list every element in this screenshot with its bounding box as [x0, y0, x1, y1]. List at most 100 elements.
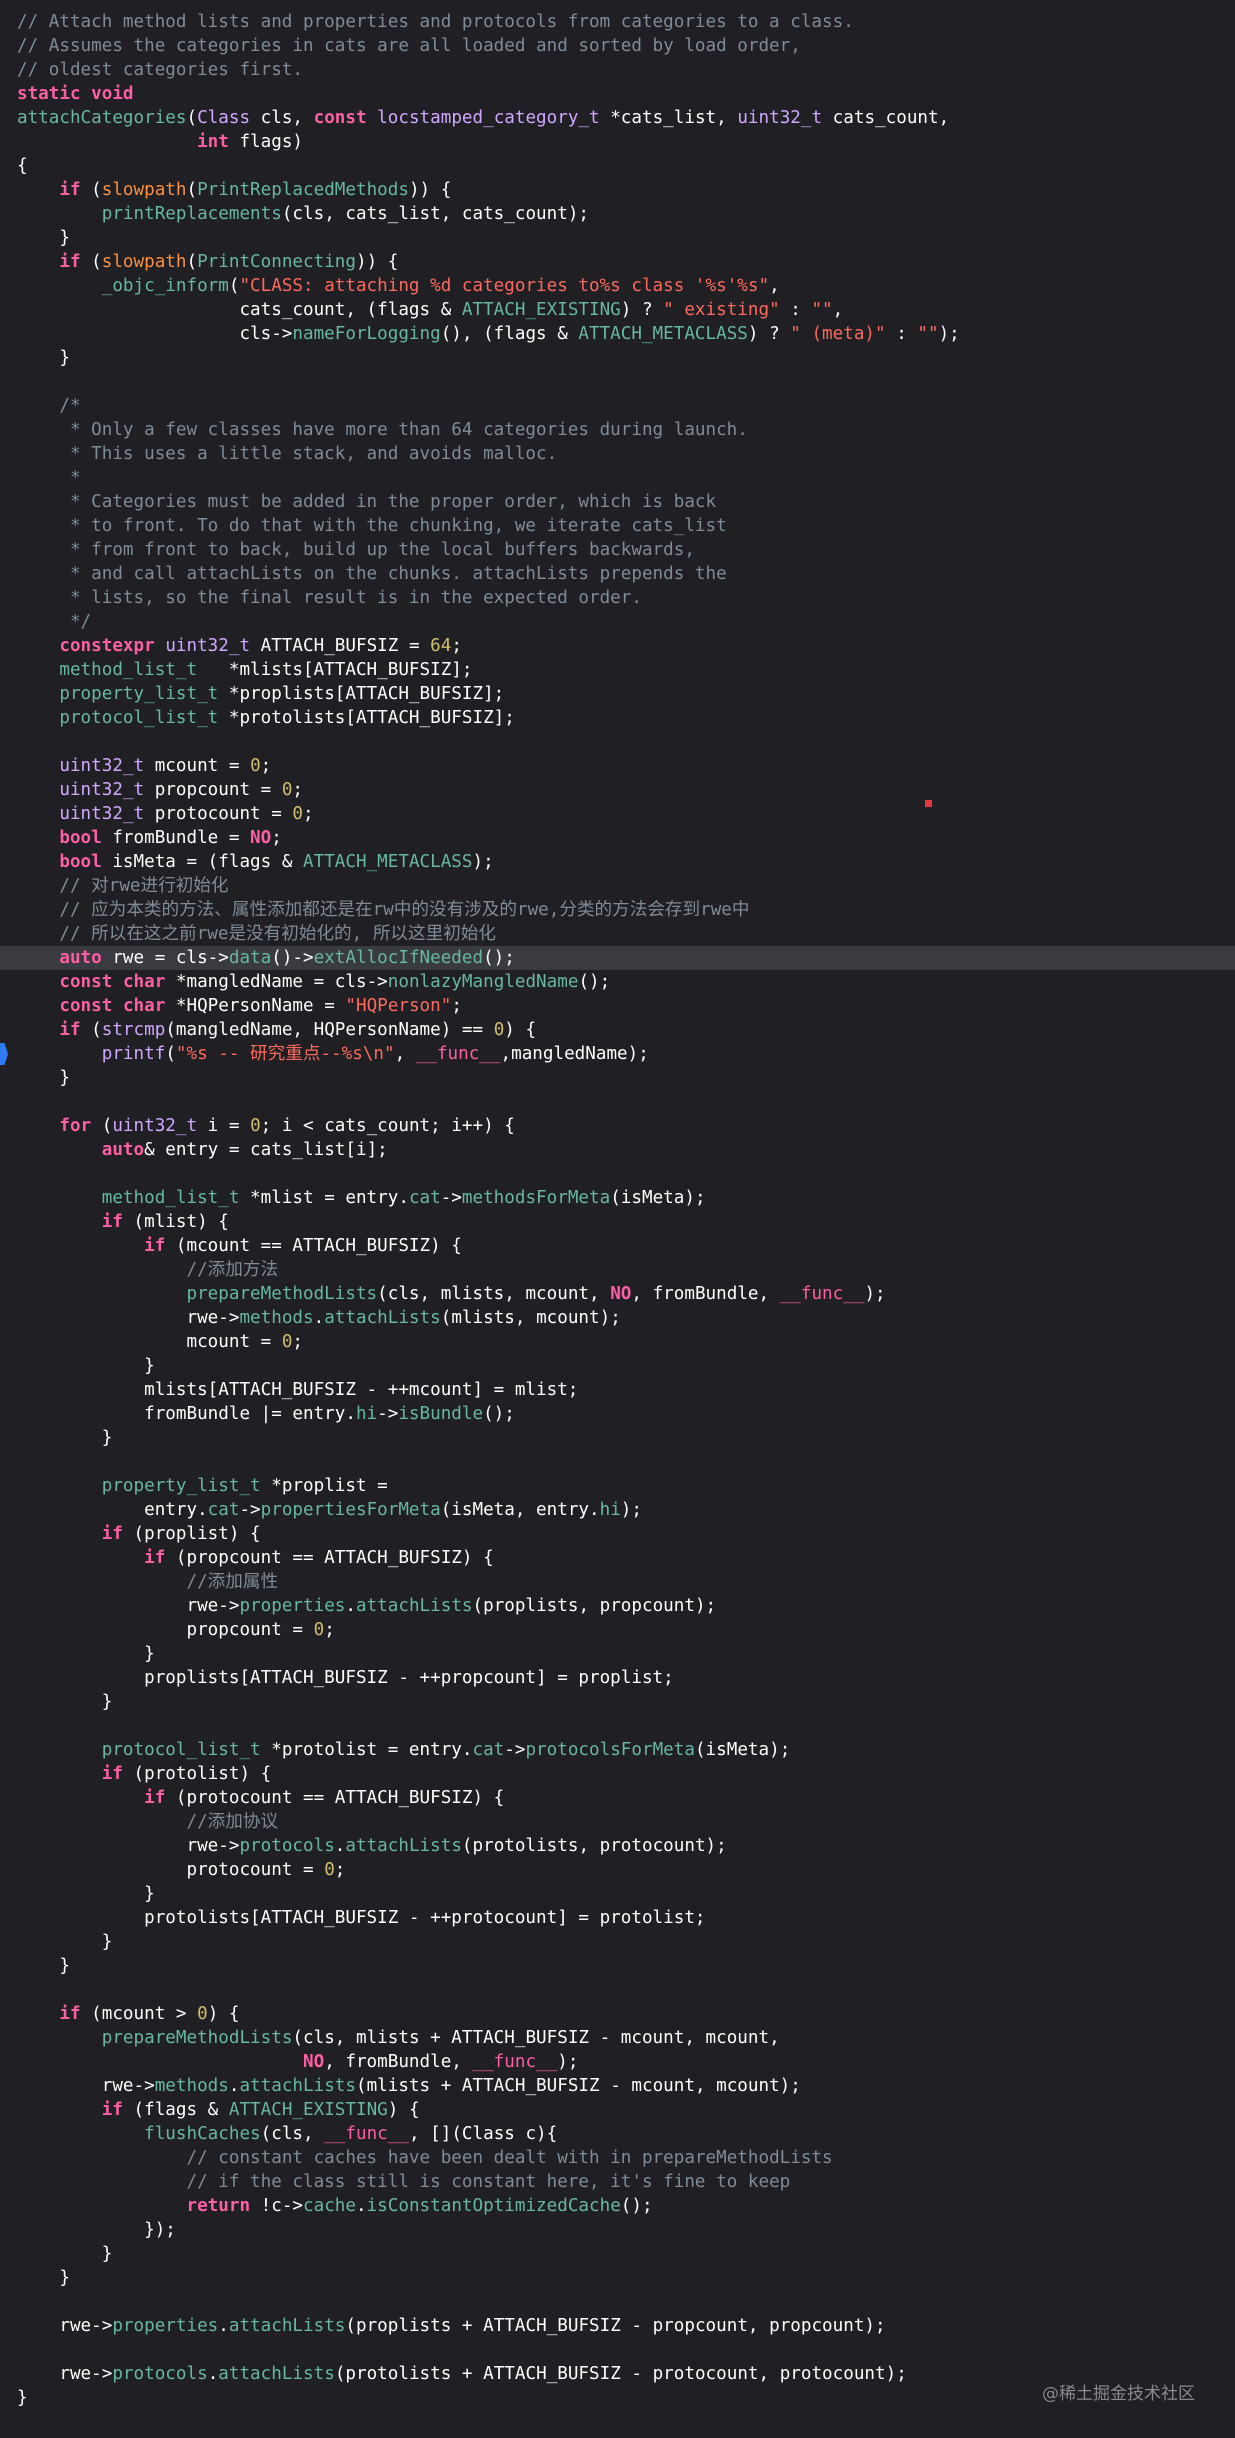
code-line[interactable]: rwe->methods.attachLists(mlists + ATTACH… — [0, 2074, 1235, 2098]
code-line[interactable]: if (strcmp(mangledName, HQPersonName) ==… — [0, 1018, 1235, 1042]
code-line[interactable] — [0, 1450, 1235, 1474]
code-line[interactable]: rwe->properties.attachLists(proplists, p… — [0, 1594, 1235, 1618]
code-line[interactable]: } — [0, 1354, 1235, 1378]
code-line[interactable]: constexpr uint32_t ATTACH_BUFSIZ = 64; — [0, 634, 1235, 658]
code-line[interactable]: protocol_list_t *protolist = entry.cat->… — [0, 1738, 1235, 1762]
code-line[interactable]: } — [0, 226, 1235, 250]
code-line[interactable]: if (flags & ATTACH_EXISTING) { — [0, 2098, 1235, 2122]
code-line[interactable]: if (protocount == ATTACH_BUFSIZ) { — [0, 1786, 1235, 1810]
code-line[interactable]: mcount = 0; — [0, 1330, 1235, 1354]
code-line[interactable]: for (uint32_t i = 0; i < cats_count; i++… — [0, 1114, 1235, 1138]
code-line[interactable]: // constant caches have been dealt with … — [0, 2146, 1235, 2170]
code-line[interactable]: flushCaches(cls, __func__, [](Class c){ — [0, 2122, 1235, 2146]
code-line[interactable]: entry.cat->propertiesForMeta(isMeta, ent… — [0, 1498, 1235, 1522]
code-line[interactable]: * Only a few classes have more than 64 c… — [0, 418, 1235, 442]
code-line[interactable]: int flags) — [0, 130, 1235, 154]
code-line[interactable] — [0, 730, 1235, 754]
code-line[interactable] — [0, 1978, 1235, 2002]
code-line[interactable]: } — [0, 2266, 1235, 2290]
code-line[interactable]: // Attach method lists and properties an… — [0, 10, 1235, 34]
code-line[interactable]: } — [0, 1066, 1235, 1090]
code-line[interactable]: bool isMeta = (flags & ATTACH_METACLASS)… — [0, 850, 1235, 874]
code-line[interactable]: * lists, so the final result is in the e… — [0, 586, 1235, 610]
code-line[interactable]: /* — [0, 394, 1235, 418]
code-line[interactable]: protocount = 0; — [0, 1858, 1235, 1882]
code-line[interactable]: } — [0, 2242, 1235, 2266]
code-line[interactable]: rwe->protocols.attachLists(protolists, p… — [0, 1834, 1235, 1858]
code-line[interactable]: // oldest categories first. — [0, 58, 1235, 82]
code-line[interactable]: uint32_t mcount = 0; — [0, 754, 1235, 778]
code-line[interactable]: const char *mangledName = cls->nonlazyMa… — [0, 970, 1235, 994]
code-line[interactable]: } — [0, 1426, 1235, 1450]
code-line[interactable]: } — [0, 1954, 1235, 1978]
code-line[interactable]: if (slowpath(PrintConnecting)) { — [0, 250, 1235, 274]
code-line[interactable]: // if the class still is constant here, … — [0, 2170, 1235, 2194]
code-line[interactable]: method_list_t *mlist = entry.cat->method… — [0, 1186, 1235, 1210]
code-line[interactable]: propcount = 0; — [0, 1618, 1235, 1642]
code-token: return — [186, 2196, 251, 2216]
code-line[interactable]: } — [0, 1642, 1235, 1666]
code-line[interactable]: bool fromBundle = NO; — [0, 826, 1235, 850]
code-line[interactable]: cats_count, (flags & ATTACH_EXISTING) ? … — [0, 298, 1235, 322]
code-line[interactable] — [0, 2290, 1235, 2314]
code-line[interactable]: const char *HQPersonName = "HQPerson"; — [0, 994, 1235, 1018]
code-line[interactable]: //添加协议 — [0, 1810, 1235, 1834]
code-line[interactable]: protolists[ATTACH_BUFSIZ - ++protocount]… — [0, 1906, 1235, 1930]
code-line[interactable]: * from front to back, build up the local… — [0, 538, 1235, 562]
code-line[interactable]: //添加属性 — [0, 1570, 1235, 1594]
code-line[interactable]: cls->nameForLogging(), (flags & ATTACH_M… — [0, 322, 1235, 346]
code-line[interactable]: fromBundle |= entry.hi->isBundle(); — [0, 1402, 1235, 1426]
code-line[interactable]: * This uses a little stack, and avoids m… — [0, 442, 1235, 466]
code-line[interactable]: * and call attachLists on the chunks. at… — [0, 562, 1235, 586]
code-line[interactable]: printf("%s -- 研究重点--%s\n", __func__,mang… — [0, 1042, 1235, 1066]
code-line[interactable] — [0, 2338, 1235, 2362]
code-line[interactable]: if (proplist) { — [0, 1522, 1235, 1546]
code-line[interactable] — [0, 1090, 1235, 1114]
code-line[interactable]: NO, fromBundle, __func__); — [0, 2050, 1235, 2074]
code-line[interactable]: prepareMethodLists(cls, mlists + ATTACH_… — [0, 2026, 1235, 2050]
code-line[interactable]: proplists[ATTACH_BUFSIZ - ++propcount] =… — [0, 1666, 1235, 1690]
code-line[interactable]: if (slowpath(PrintReplacedMethods)) { — [0, 178, 1235, 202]
code-line[interactable] — [0, 1162, 1235, 1186]
code-line[interactable]: rwe->methods.attachLists(mlists, mcount)… — [0, 1306, 1235, 1330]
code-line[interactable]: if (mcount == ATTACH_BUFSIZ) { — [0, 1234, 1235, 1258]
code-line[interactable]: uint32_t propcount = 0; — [0, 778, 1235, 802]
code-line[interactable]: prepareMethodLists(cls, mlists, mcount, … — [0, 1282, 1235, 1306]
code-line[interactable]: */ — [0, 610, 1235, 634]
code-line[interactable]: rwe->properties.attachLists(proplists + … — [0, 2314, 1235, 2338]
code-line[interactable]: mlists[ATTACH_BUFSIZ - ++mcount] = mlist… — [0, 1378, 1235, 1402]
code-line[interactable]: } — [0, 1690, 1235, 1714]
code-line[interactable]: } — [0, 1930, 1235, 1954]
code-line[interactable]: if (propcount == ATTACH_BUFSIZ) { — [0, 1546, 1235, 1570]
code-line[interactable] — [0, 1714, 1235, 1738]
code-line[interactable]: _objc_inform("CLASS: attaching %d catego… — [0, 274, 1235, 298]
code-line[interactable]: }); — [0, 2218, 1235, 2242]
code-line[interactable]: attachCategories(Class cls, const locsta… — [0, 106, 1235, 130]
code-line[interactable]: // 所以在这之前rwe是没有初始化的, 所以这里初始化 — [0, 922, 1235, 946]
code-line[interactable]: // Assumes the categories in cats are al… — [0, 34, 1235, 58]
code-line[interactable]: // 对rwe进行初始化 — [0, 874, 1235, 898]
code-line[interactable]: } — [0, 346, 1235, 370]
code-line-highlighted[interactable]: auto rwe = cls->data()->extAllocIfNeeded… — [0, 946, 1235, 970]
code-line[interactable]: // 应为本类的方法、属性添加都还是在rw中的没有涉及的rwe,分类的方法会存到… — [0, 898, 1235, 922]
code-line[interactable] — [0, 370, 1235, 394]
code-line[interactable]: auto& entry = cats_list[i]; — [0, 1138, 1235, 1162]
code-line[interactable]: * — [0, 466, 1235, 490]
code-line[interactable]: method_list_t *mlists[ATTACH_BUFSIZ]; — [0, 658, 1235, 682]
code-line[interactable]: if (mlist) { — [0, 1210, 1235, 1234]
code-line[interactable]: property_list_t *proplist = — [0, 1474, 1235, 1498]
code-line[interactable]: } — [0, 1882, 1235, 1906]
code-line[interactable]: { — [0, 154, 1235, 178]
code-line[interactable]: * Categories must be added in the proper… — [0, 490, 1235, 514]
code-line[interactable]: property_list_t *proplists[ATTACH_BUFSIZ… — [0, 682, 1235, 706]
code-line[interactable]: static void — [0, 82, 1235, 106]
code-line[interactable]: printReplacements(cls, cats_list, cats_c… — [0, 202, 1235, 226]
code-line[interactable]: protocol_list_t *protolists[ATTACH_BUFSI… — [0, 706, 1235, 730]
code-line[interactable]: if (protolist) { — [0, 1762, 1235, 1786]
code-line[interactable]: //添加方法 — [0, 1258, 1235, 1282]
code-line[interactable]: uint32_t protocount = 0; — [0, 802, 1235, 826]
code-editor[interactable]: // Attach method lists and properties an… — [0, 0, 1235, 2438]
code-line[interactable]: return !c->cache.isConstantOptimizedCach… — [0, 2194, 1235, 2218]
code-line[interactable]: * to front. To do that with the chunking… — [0, 514, 1235, 538]
code-line[interactable]: if (mcount > 0) { — [0, 2002, 1235, 2026]
